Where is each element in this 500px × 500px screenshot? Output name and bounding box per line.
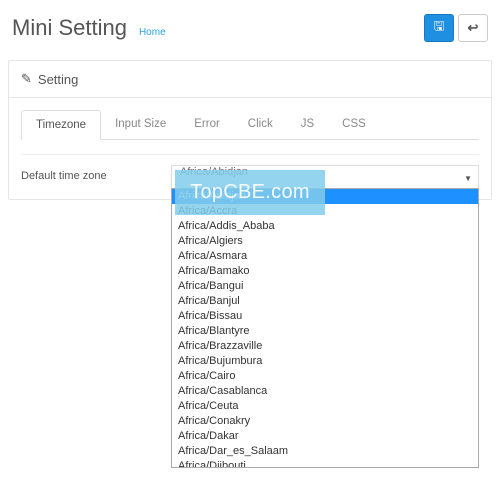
tab-error[interactable]: Error — [180, 110, 234, 140]
tab-input-size[interactable]: Input Size — [101, 110, 180, 140]
tab-timezone[interactable]: Timezone — [21, 110, 101, 140]
back-icon — [468, 20, 479, 36]
timezone-option[interactable]: Africa/Bujumbura — [172, 354, 478, 369]
timezone-option[interactable]: Africa/Banjul — [172, 294, 478, 309]
timezone-dropdown[interactable]: Africa/AbidjanAfrica/AccraAfrica/Addis_A… — [171, 188, 479, 468]
page-title: Mini Setting — [12, 15, 127, 41]
timezone-option[interactable]: Africa/Bangui — [172, 279, 478, 294]
page-header: Mini Setting Home — [0, 0, 500, 60]
watermark-overlay: TopCBE.com — [175, 170, 325, 215]
tab-css[interactable]: CSS — [328, 110, 380, 140]
timezone-option[interactable]: Africa/Cairo — [172, 369, 478, 384]
tab-click[interactable]: Click — [234, 110, 287, 140]
timezone-option[interactable]: Africa/Algiers — [172, 234, 478, 249]
tabs: TimezoneInput SizeErrorClickJSCSS — [21, 110, 479, 140]
timezone-option[interactable]: Africa/Ceuta — [172, 399, 478, 414]
breadcrumb[interactable]: Home — [139, 27, 166, 38]
timezone-label: Default time zone — [21, 165, 171, 182]
timezone-option[interactable]: Africa/Bissau — [172, 309, 478, 324]
pencil-icon — [21, 71, 32, 87]
timezone-option[interactable]: Africa/Conakry — [172, 414, 478, 429]
timezone-option[interactable]: Africa/Dakar — [172, 429, 478, 444]
cancel-button[interactable] — [458, 14, 488, 42]
timezone-option[interactable]: Africa/Casablanca — [172, 384, 478, 399]
panel-title: Setting — [38, 72, 78, 87]
panel-heading: Setting — [9, 61, 491, 98]
timezone-option[interactable]: Africa/Blantyre — [172, 324, 478, 339]
timezone-option[interactable]: Africa/Bamako — [172, 264, 478, 279]
timezone-option[interactable]: Africa/Brazzaville — [172, 339, 478, 354]
tab-js[interactable]: JS — [287, 110, 328, 140]
save-button[interactable] — [424, 14, 454, 42]
timezone-option[interactable]: Africa/Djibouti — [172, 459, 478, 468]
save-icon — [433, 17, 444, 39]
timezone-option[interactable]: Africa/Addis_Ababa — [172, 219, 478, 234]
timezone-option[interactable]: Africa/Asmara — [172, 249, 478, 264]
timezone-option[interactable]: Africa/Dar_es_Salaam — [172, 444, 478, 459]
